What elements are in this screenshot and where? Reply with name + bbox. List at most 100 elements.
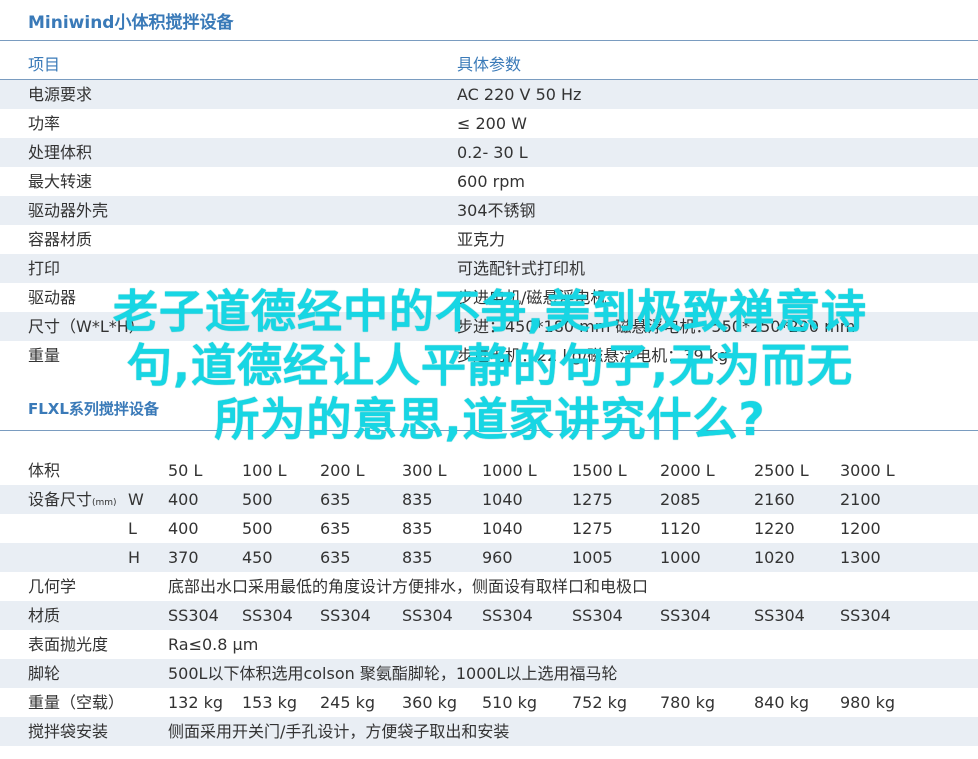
dim-cell: 400 (168, 519, 199, 538)
volume-cell: 3000 L (840, 461, 895, 480)
table-row: 处理体积 0.2- 30 L (0, 138, 978, 167)
table-row-caster: 脚轮 500L以下体积选用colson 聚氨酯脚轮，1000L以上选用福马轮 (0, 659, 978, 688)
table-row: 最大转速 600 rpm (0, 167, 978, 196)
volume-cell: 200 L (320, 461, 365, 480)
dim-cell: 835 (402, 519, 433, 538)
weight-cell: 132 kg (168, 693, 224, 712)
dim-cell: 370 (168, 548, 199, 567)
table-row-bag: 搅拌袋安装 侧面采用开关门/手孔设计，方便袋子取出和安装 (0, 717, 978, 746)
dim-cell: 400 (168, 490, 199, 509)
dim-axis: H (128, 548, 141, 567)
material-label: 材质 (28, 606, 61, 625)
bag-text: 侧面采用开关门/手孔设计，方便袋子取出和安装 (168, 722, 510, 741)
volume-cell: 100 L (242, 461, 287, 480)
dim-cell: 835 (402, 548, 433, 567)
dim-cell: 1040 (482, 490, 523, 509)
dim-cell: 500 (242, 490, 273, 509)
spec-label: 功率 (28, 114, 61, 133)
spec-label: 电源要求 (28, 85, 93, 104)
weight-cell: 245 kg (320, 693, 376, 712)
dim-cell: 1200 (840, 519, 881, 538)
table-row-material: 材质 SS304 SS304 SS304 SS304 SS304 SS304 S… (0, 601, 978, 630)
dim-cell: 960 (482, 548, 513, 567)
geometry-text: 底部出水口采用最低的角度设计方便排水，侧面设有取样口和电极口 (168, 577, 649, 596)
material-cell: SS304 (168, 606, 219, 625)
dim-cell: 1275 (572, 490, 613, 509)
dim-cell: 2160 (754, 490, 795, 509)
table-row: 打印 可选配针式打印机 (0, 254, 978, 283)
polish-label: 表面抛光度 (28, 635, 109, 654)
dim-cell: 1300 (840, 548, 881, 567)
caster-label: 脚轮 (28, 664, 61, 683)
spec-value: AC 220 V 50 Hz (457, 85, 582, 104)
dim-cell: 635 (320, 490, 351, 509)
table-row: 容器材质 亚克力 (0, 225, 978, 254)
spec-value: 亚克力 (457, 230, 506, 249)
page-title: Miniwind小体积搅拌设备 (28, 13, 234, 33)
dim-cell: 1040 (482, 519, 523, 538)
spec-header-item: 项目 (28, 55, 61, 74)
dim-cell: 1220 (754, 519, 795, 538)
material-cell: SS304 (402, 606, 453, 625)
table-row-dim-h: H 370 450 635 835 960 1005 1000 1020 130… (0, 543, 978, 572)
size-label: 设备尺寸(mm) (28, 485, 117, 514)
table-row: 功率 ≤ 200 W (0, 109, 978, 138)
volume-label: 体积 (28, 461, 61, 480)
volume-cell: 50 L (168, 461, 203, 480)
weight-cell: 510 kg (482, 693, 538, 712)
weight-cell: 360 kg (402, 693, 458, 712)
spec-value: 可选配针式打印机 (457, 259, 586, 278)
table-row: 电源要求 AC 220 V 50 Hz (0, 80, 978, 109)
spec-value: 600 rpm (457, 172, 525, 191)
table-row-geometry: 几何学 底部出水口采用最低的角度设计方便排水，侧面设有取样口和电极口 (0, 572, 978, 601)
bag-label: 搅拌袋安装 (28, 722, 109, 741)
material-cell: SS304 (320, 606, 371, 625)
spec-value: 304不锈钢 (457, 201, 536, 220)
spec-label: 打印 (28, 259, 61, 278)
dim-cell: 500 (242, 519, 273, 538)
dim-cell: 1000 (660, 548, 701, 567)
volume-cell: 300 L (402, 461, 447, 480)
spec-header-value: 具体参数 (457, 55, 522, 74)
spec-value: ≤ 200 W (457, 114, 527, 133)
dim-cell: 1275 (572, 519, 613, 538)
material-cell: SS304 (482, 606, 533, 625)
dim-cell: 635 (320, 519, 351, 538)
weight-cell: 153 kg (242, 693, 298, 712)
dim-cell: 1020 (754, 548, 795, 567)
geometry-label: 几何学 (28, 577, 77, 596)
dim-cell: 1005 (572, 548, 613, 567)
overlay-line: 老子道德经中的不争,美到极致禅意诗 (112, 285, 868, 338)
material-cell: SS304 (754, 606, 805, 625)
title-divider (0, 40, 978, 41)
weight-cell: 780 kg (660, 693, 716, 712)
dim-cell: 2085 (660, 490, 701, 509)
table-row-dim-l: L 400 500 635 835 1040 1275 1120 1220 12… (0, 514, 978, 543)
table-row-volume: 体积 50 L 100 L 200 L 300 L 1000 L 1500 L … (0, 456, 978, 485)
spec-value: 0.2- 30 L (457, 143, 528, 162)
volume-cell: 2000 L (660, 461, 715, 480)
weight-cell: 752 kg (572, 693, 628, 712)
polish-text: Ra≤0.8 μm (168, 635, 259, 654)
spec-label: 容器材质 (28, 230, 93, 249)
dim-axis: W (128, 490, 144, 509)
weight-label: 重量（空载） (28, 693, 125, 712)
dim-axis: L (128, 519, 137, 538)
table-row-dim-w: 设备尺寸(mm) W 400 500 635 835 1040 1275 208… (0, 485, 978, 514)
overlay-line: 所为的意思,道家讲究什么? (214, 393, 766, 446)
weight-cell: 980 kg (840, 693, 896, 712)
spec-label: 处理体积 (28, 143, 93, 162)
volume-cell: 1000 L (482, 461, 537, 480)
volume-cell: 1500 L (572, 461, 627, 480)
overlay-headline: 老子道德经中的不争,美到极致禅意诗 句,道德经让人平静的句子,无为而无 所为的意… (10, 285, 970, 447)
dim-cell: 835 (402, 490, 433, 509)
material-cell: SS304 (840, 606, 891, 625)
caster-text: 500L以下体积选用colson 聚氨酯脚轮，1000L以上选用福马轮 (168, 664, 618, 683)
spec-label: 驱动器外壳 (28, 201, 109, 220)
dim-cell: 2100 (840, 490, 881, 509)
table-row: 驱动器外壳 304不锈钢 (0, 196, 978, 225)
table-row-polish: 表面抛光度 Ra≤0.8 μm (0, 630, 978, 659)
size-unit: (mm) (92, 498, 117, 508)
spec-label: 最大转速 (28, 172, 93, 191)
material-cell: SS304 (572, 606, 623, 625)
